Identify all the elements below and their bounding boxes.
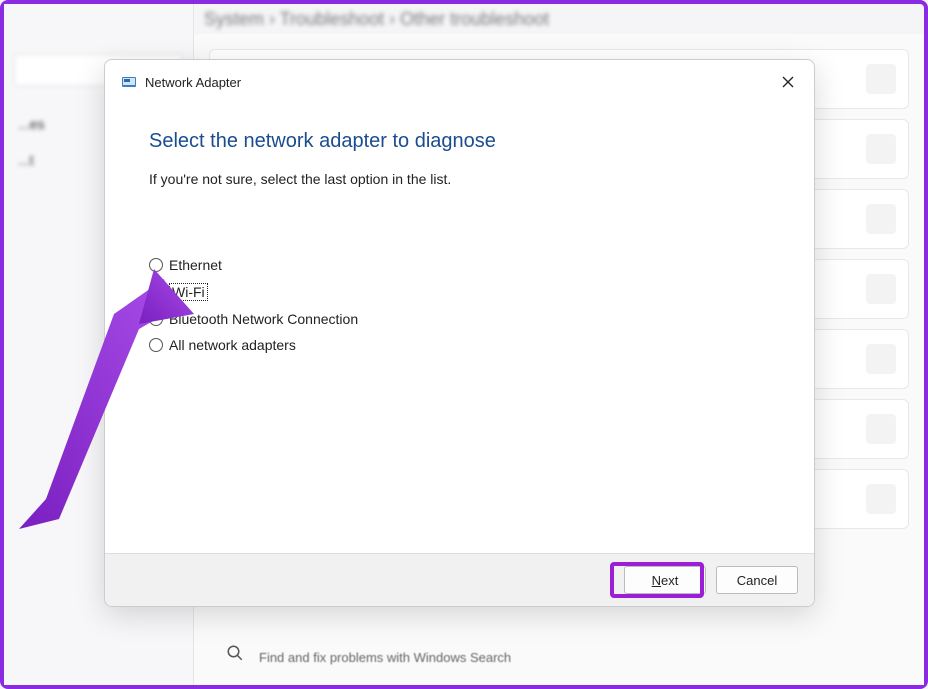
- dialog-body: Select the network adapter to diagnose I…: [105, 98, 814, 553]
- radio-ethernet[interactable]: Ethernet: [149, 257, 770, 273]
- dialog-subtext: If you're not sure, select the last opti…: [149, 171, 770, 187]
- radio-bluetooth[interactable]: Bluetooth Network Connection: [149, 311, 770, 327]
- dialog-title: Network Adapter: [145, 75, 241, 90]
- radio-label: Wi-Fi: [169, 283, 208, 301]
- network-adapter-dialog: Network Adapter Select the network adapt…: [104, 59, 815, 607]
- radio-icon: [149, 258, 163, 272]
- next-button[interactable]: Next: [624, 566, 706, 594]
- radio-wifi[interactable]: Wi-Fi: [149, 283, 770, 301]
- adapter-radio-group: Ethernet Wi-Fi Bluetooth Network Connect…: [149, 257, 770, 353]
- search-icon: [226, 644, 244, 667]
- radio-icon: [149, 312, 163, 326]
- help-text: Find and fix problems with Windows Searc…: [259, 650, 511, 665]
- radio-label: Bluetooth Network Connection: [169, 311, 358, 327]
- network-adapter-icon: [121, 74, 137, 90]
- radio-label: All network adapters: [169, 337, 296, 353]
- close-icon: [782, 76, 794, 88]
- dialog-heading: Select the network adapter to diagnose: [149, 130, 770, 153]
- dialog-header: Network Adapter: [105, 60, 814, 98]
- cancel-button[interactable]: Cancel: [716, 566, 798, 594]
- radio-label: Ethernet: [169, 257, 222, 273]
- dialog-footer: Next Cancel: [105, 553, 814, 606]
- close-button[interactable]: [776, 70, 800, 94]
- radio-all-adapters[interactable]: All network adapters: [149, 337, 770, 353]
- radio-icon: [149, 285, 163, 299]
- radio-icon: [149, 338, 163, 352]
